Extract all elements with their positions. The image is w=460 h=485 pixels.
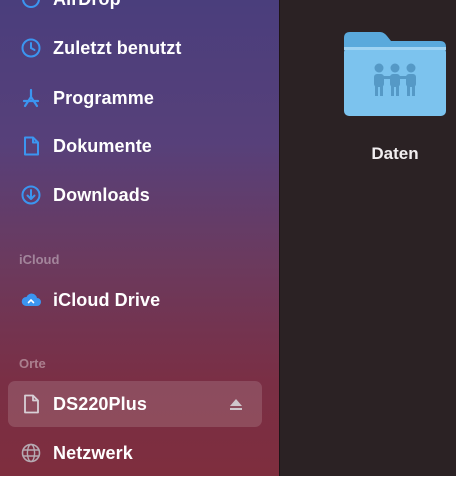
finder-window: AirDrop Zuletzt benutzt Programme Dokume… bbox=[0, 0, 456, 476]
sidebar-item-airdrop[interactable]: AirDrop bbox=[8, 0, 262, 18]
server-document-icon bbox=[20, 393, 42, 415]
sidebar-item-label: Programme bbox=[53, 87, 154, 108]
globe-icon bbox=[20, 442, 42, 464]
sidebar-item-ds220plus[interactable]: DS220Plus bbox=[8, 381, 262, 427]
apps-icon bbox=[20, 87, 42, 109]
sidebar-item-label: AirDrop bbox=[53, 0, 121, 10]
section-header-locations: Orte bbox=[19, 356, 46, 371]
sidebar-item-label: DS220Plus bbox=[53, 393, 147, 414]
document-icon bbox=[20, 135, 42, 157]
clock-icon bbox=[20, 37, 42, 59]
sidebar-item-label: Downloads bbox=[53, 184, 150, 205]
sidebar: AirDrop Zuletzt benutzt Programme Dokume… bbox=[0, 0, 280, 476]
sidebar-item-documents[interactable]: Dokumente bbox=[8, 127, 262, 165]
cloud-icon bbox=[20, 289, 42, 311]
sidebar-item-label: Dokumente bbox=[53, 135, 152, 156]
shared-folder-icon[interactable] bbox=[342, 28, 448, 118]
sidebar-item-network[interactable]: Netzwerk bbox=[8, 434, 262, 472]
sidebar-item-label: Zuletzt benutzt bbox=[53, 37, 182, 58]
download-icon bbox=[20, 184, 42, 206]
sidebar-item-applications[interactable]: Programme bbox=[8, 79, 262, 117]
sidebar-item-icloud-drive[interactable]: iCloud Drive bbox=[8, 281, 262, 319]
section-header-icloud: iCloud bbox=[19, 252, 60, 267]
sidebar-item-label: Netzwerk bbox=[53, 442, 133, 463]
folder-label[interactable]: Daten bbox=[340, 144, 450, 164]
eject-icon[interactable] bbox=[228, 396, 244, 412]
airdrop-icon bbox=[20, 0, 42, 10]
sidebar-item-downloads[interactable]: Downloads bbox=[8, 176, 262, 214]
sidebar-item-label: iCloud Drive bbox=[53, 289, 161, 310]
sidebar-item-recents[interactable]: Zuletzt benutzt bbox=[8, 29, 262, 67]
